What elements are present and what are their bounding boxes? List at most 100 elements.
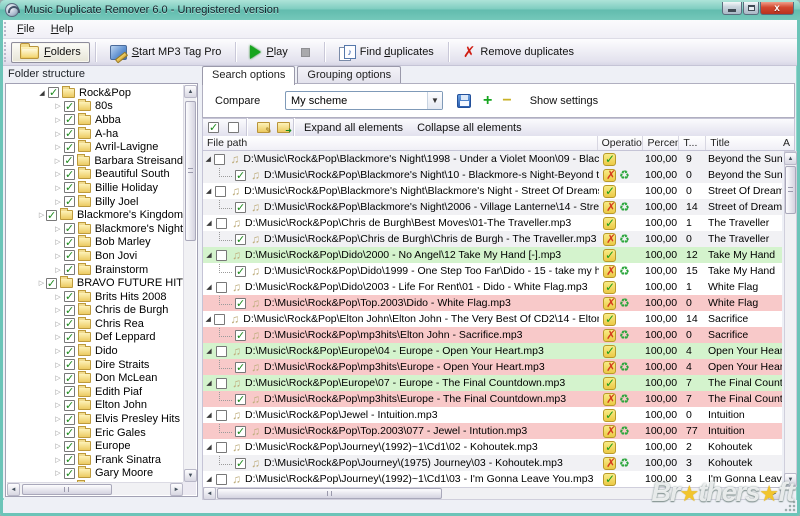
delete-operation-icon[interactable] bbox=[603, 457, 616, 470]
tree-checkbox[interactable] bbox=[46, 278, 57, 289]
folders-button[interactable]: Folders bbox=[11, 42, 90, 63]
tree-checkbox[interactable] bbox=[64, 468, 75, 479]
column-track[interactable]: T... bbox=[679, 136, 706, 150]
original-file-row[interactable]: ◢♫D:\Music\Rock&Pop\Blackmore's Night\19… bbox=[203, 151, 782, 167]
tree-checkbox[interactable] bbox=[63, 155, 74, 166]
collapsed-arrow-icon[interactable]: ▷ bbox=[53, 469, 63, 477]
minimize-button[interactable] bbox=[722, 2, 742, 15]
start-mp3-tag-pro-button[interactable]: Start MP3 Tag Pro bbox=[101, 41, 231, 64]
show-settings-link[interactable]: Show settings bbox=[530, 95, 598, 107]
collapsed-arrow-icon[interactable]: ▷ bbox=[53, 306, 63, 314]
collapsed-arrow-icon[interactable]: ▷ bbox=[53, 333, 63, 341]
delete-scheme-icon[interactable]: − bbox=[502, 94, 511, 108]
collapse-all-button[interactable]: Collapse all elements bbox=[410, 120, 529, 136]
delete-operation-icon[interactable] bbox=[603, 393, 616, 406]
scroll-down-icon[interactable]: ▼ bbox=[184, 469, 197, 482]
keep-operation-icon[interactable] bbox=[603, 473, 616, 486]
tree-checkbox[interactable] bbox=[48, 87, 59, 98]
row-checkbox[interactable] bbox=[216, 474, 227, 485]
tree-item[interactable]: ▷Def Leppard bbox=[7, 331, 183, 345]
expanded-arrow-icon[interactable]: ◢ bbox=[203, 315, 213, 323]
collapsed-arrow-icon[interactable]: ▷ bbox=[53, 170, 63, 178]
delete-operation-icon[interactable] bbox=[603, 265, 616, 278]
collapsed-arrow-icon[interactable]: ▷ bbox=[52, 157, 62, 165]
tree-item[interactable]: ▷Abba bbox=[7, 113, 183, 127]
collapsed-arrow-icon[interactable]: ▷ bbox=[53, 143, 63, 151]
collapsed-arrow-icon[interactable]: ▷ bbox=[53, 442, 63, 450]
scroll-up-icon[interactable]: ▲ bbox=[184, 85, 197, 98]
row-checkbox[interactable] bbox=[216, 346, 227, 357]
duplicate-file-row[interactable]: ♫D:\Music\Rock&Pop\Blackmore's Night\200… bbox=[203, 199, 782, 215]
play-button[interactable]: Play bbox=[241, 41, 318, 63]
find-duplicates-button[interactable]: Find duplicates bbox=[330, 41, 443, 64]
duplicate-file-row[interactable]: ♫D:\Music\Rock&Pop\mp3hits\Europe - The … bbox=[203, 391, 782, 407]
row-checkbox[interactable] bbox=[216, 250, 227, 261]
tree-item[interactable]: ▷Blackmore's Kingdom bbox=[7, 208, 183, 222]
tree-horizontal-scrollbar[interactable]: ◄ ► bbox=[7, 482, 183, 495]
tree-checkbox[interactable] bbox=[64, 427, 75, 438]
original-file-row[interactable]: ◢♫D:\Music\Rock&Pop\Europe\07 - Europe -… bbox=[203, 375, 782, 391]
recycle-icon[interactable]: ♻ bbox=[619, 233, 630, 245]
open-folder-button[interactable] bbox=[253, 120, 270, 135]
scheme-combobox[interactable]: My scheme ▼ bbox=[285, 91, 443, 110]
delete-operation-icon[interactable] bbox=[603, 297, 616, 310]
tree-checkbox[interactable] bbox=[64, 414, 75, 425]
tree-item[interactable]: ▷Brits Hits 2008 bbox=[7, 290, 183, 304]
row-checkbox[interactable] bbox=[216, 410, 227, 421]
delete-operation-icon[interactable] bbox=[603, 233, 616, 246]
collapsed-arrow-icon[interactable]: ▷ bbox=[53, 320, 63, 328]
original-file-row[interactable]: ◢♫D:\Music\Rock&Pop\Elton John\Elton Joh… bbox=[203, 311, 782, 327]
row-checkbox[interactable] bbox=[235, 170, 246, 181]
table-hscroll-thumb[interactable] bbox=[217, 488, 442, 499]
tree-item[interactable]: ▷Europe bbox=[7, 439, 183, 453]
row-checkbox[interactable] bbox=[235, 234, 246, 245]
keep-operation-icon[interactable] bbox=[603, 281, 616, 294]
collapsed-arrow-icon[interactable]: ▷ bbox=[38, 211, 45, 219]
tree-item[interactable]: ▷Gary Moore bbox=[7, 467, 183, 481]
delete-operation-icon[interactable] bbox=[603, 169, 616, 182]
row-checkbox[interactable] bbox=[235, 266, 246, 277]
collapsed-arrow-icon[interactable]: ▷ bbox=[53, 116, 63, 124]
tree-item[interactable]: ▷Chris de Burgh bbox=[7, 304, 183, 318]
expanded-arrow-icon[interactable]: ◢ bbox=[203, 379, 215, 387]
tree-checkbox[interactable] bbox=[64, 142, 75, 153]
recycle-icon[interactable]: ♻ bbox=[619, 425, 630, 437]
tree-checkbox[interactable] bbox=[64, 305, 75, 316]
tree-checkbox[interactable] bbox=[64, 386, 75, 397]
tree-checkbox[interactable] bbox=[64, 454, 75, 465]
collapsed-arrow-icon[interactable]: ▷ bbox=[53, 293, 63, 301]
tree-checkbox[interactable] bbox=[64, 250, 75, 261]
duplicate-file-row[interactable]: ♫D:\Music\Rock&Pop\mp3hits\Elton John - … bbox=[203, 327, 782, 343]
keep-operation-icon[interactable] bbox=[603, 441, 616, 454]
collapsed-arrow-icon[interactable]: ▷ bbox=[53, 415, 63, 423]
tree-checkbox[interactable] bbox=[64, 346, 75, 357]
tree-checkbox[interactable] bbox=[64, 359, 75, 370]
move-to-folder-button[interactable] bbox=[273, 120, 290, 135]
original-file-row[interactable]: ◢♫D:\Music\Rock&Pop\Dido\2003 - Life For… bbox=[203, 279, 782, 295]
row-checkbox[interactable] bbox=[216, 378, 227, 389]
tree-item[interactable]: ▷Blackmore's Night bbox=[7, 222, 183, 236]
collapsed-arrow-icon[interactable]: ▷ bbox=[38, 279, 45, 287]
tree-item[interactable]: ▷Billy Joel bbox=[7, 195, 183, 209]
collapsed-arrow-icon[interactable]: ▷ bbox=[53, 130, 63, 138]
duplicate-file-row[interactable]: ♫D:\Music\Rock&Pop\Journey\(1975) Journe… bbox=[203, 455, 782, 471]
tree-item[interactable]: ▷Bon Jovi bbox=[7, 249, 183, 263]
tree-checkbox[interactable] bbox=[64, 182, 75, 193]
row-checkbox[interactable] bbox=[235, 362, 246, 373]
scroll-left-icon[interactable]: ◄ bbox=[203, 487, 216, 500]
tree-item[interactable]: ▷Chris Rea bbox=[7, 317, 183, 331]
column-title[interactable]: Title bbox=[706, 136, 781, 150]
tree-item[interactable]: ▷A-ha bbox=[7, 127, 183, 141]
recycle-icon[interactable]: ♻ bbox=[619, 297, 630, 309]
keep-operation-icon[interactable] bbox=[603, 345, 616, 358]
tree-item[interactable]: ◢Rock&Pop bbox=[7, 86, 183, 100]
tree-checkbox[interactable] bbox=[64, 237, 75, 248]
row-checkbox[interactable] bbox=[216, 282, 227, 293]
tree-item[interactable]: ▷Avril-Lavigne bbox=[7, 140, 183, 154]
tree-item[interactable]: ▷Dido bbox=[7, 344, 183, 358]
table-vscroll-thumb[interactable] bbox=[785, 166, 796, 214]
expanded-arrow-icon[interactable]: ◢ bbox=[37, 89, 47, 97]
row-checkbox[interactable] bbox=[216, 218, 227, 229]
tree-checkbox[interactable] bbox=[64, 373, 75, 384]
collapsed-arrow-icon[interactable]: ▷ bbox=[53, 456, 63, 464]
